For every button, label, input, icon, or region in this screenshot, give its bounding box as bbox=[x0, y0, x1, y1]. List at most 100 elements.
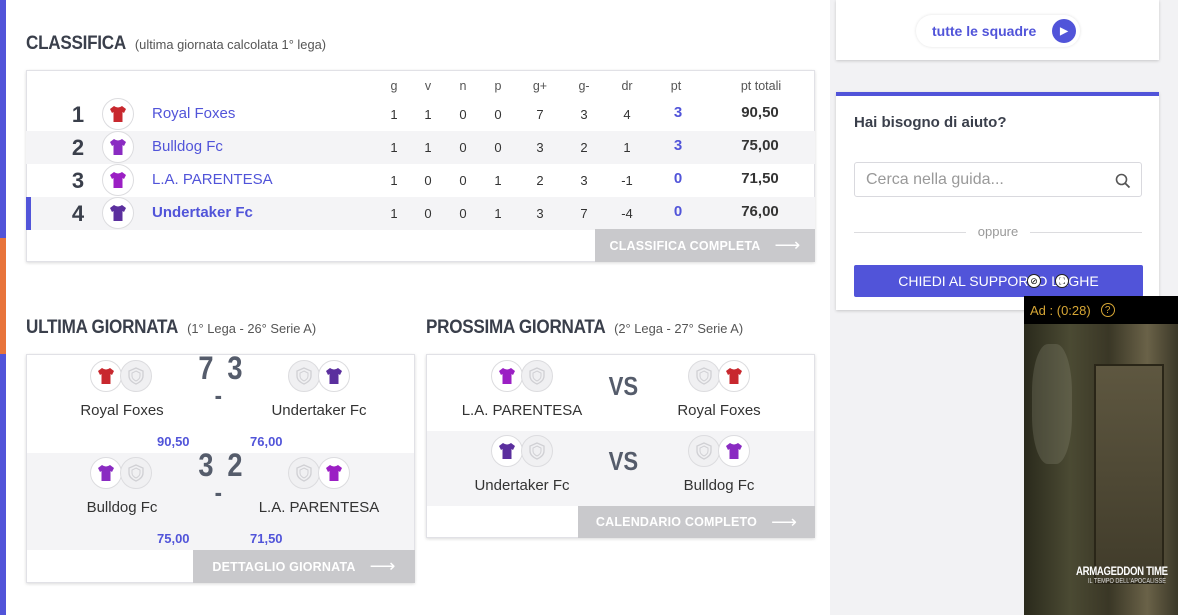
away-team: L.A. PARENTESA bbox=[258, 499, 380, 516]
ad-title: ARMAGEDDON TIME bbox=[1076, 564, 1168, 578]
stat-p: 1 bbox=[494, 173, 502, 188]
jersey-icon bbox=[102, 131, 134, 163]
score-separator: - bbox=[214, 477, 223, 507]
home-points: 75,00 bbox=[157, 531, 190, 546]
stat-v: 1 bbox=[424, 140, 432, 155]
ad-timer: Ad : (0:28) bbox=[1030, 302, 1091, 318]
arrow-right-icon: ⟶ bbox=[771, 511, 798, 532]
teams-card: tutte le squadre ▶ bbox=[836, 0, 1159, 60]
col-header-pt-totali: pt totali bbox=[740, 79, 782, 93]
jersey-icon bbox=[90, 457, 122, 489]
stat-dr: -4 bbox=[621, 206, 633, 221]
fullscreen-icon[interactable]: ⛶ bbox=[1055, 274, 1069, 288]
full-standings-button[interactable]: CLASSIFICA COMPLETA ⟶ bbox=[595, 229, 815, 262]
arrow-right-icon: ⟶ bbox=[369, 556, 396, 576]
shield-placeholder-icon bbox=[288, 360, 320, 392]
stat-gplus: 2 bbox=[536, 173, 544, 188]
all-teams-label: tutte le squadre bbox=[932, 23, 1037, 39]
play-circle-icon: ▶ bbox=[1052, 19, 1076, 43]
or-divider-text: oppure bbox=[977, 224, 1019, 239]
stat-pt: 3 bbox=[673, 104, 683, 121]
stat-dr: -1 bbox=[621, 173, 633, 188]
jersey-icon bbox=[102, 164, 134, 196]
home-points: 90,50 bbox=[157, 434, 190, 449]
stat-gminus: 7 bbox=[580, 206, 588, 221]
col-header-gminus: g- bbox=[578, 79, 590, 93]
table-row-own-team[interactable]: 4 Undertaker Fc 1 0 0 1 3 7 -4 0 76,00 bbox=[26, 197, 815, 230]
round-detail-button[interactable]: DETTAGLIO GIORNATA ⟶ bbox=[193, 550, 415, 583]
stat-dr: 1 bbox=[623, 140, 631, 155]
away-points: 71,50 bbox=[250, 531, 283, 546]
col-header-p: p bbox=[494, 79, 502, 93]
stat-gminus: 3 bbox=[580, 173, 588, 188]
col-header-pt: pt bbox=[670, 79, 682, 93]
stat-n: 0 bbox=[459, 206, 467, 221]
rank: 2 bbox=[71, 135, 85, 160]
vs-label: VS bbox=[608, 446, 639, 476]
team-link[interactable]: L.A. PARENTESA bbox=[152, 171, 273, 188]
jersey-icon bbox=[491, 435, 523, 467]
standings-subtitle: (ultima giornata calcolata 1° lega) bbox=[134, 37, 327, 52]
last-round-title: ULTIMA GIORNATA (1° Lega - 26° Serie A) bbox=[26, 317, 316, 339]
col-header-v: v bbox=[424, 79, 432, 93]
shield-placeholder-icon bbox=[688, 360, 720, 392]
stat-gplus: 3 bbox=[536, 206, 544, 221]
ad-controls: ⊘ ⛶ bbox=[1027, 274, 1069, 288]
next-round-subtitle: (2° Lega - 27° Serie A) bbox=[614, 321, 744, 336]
away-team: Royal Foxes bbox=[677, 402, 761, 419]
table-row[interactable]: 3 L.A. PARENTESA 1 0 0 1 2 3 -1 0 71,50 bbox=[26, 164, 815, 197]
next-round-title: PROSSIMA GIORNATA (2° Lega - 27° Serie A) bbox=[426, 317, 743, 339]
stat-p: 0 bbox=[494, 107, 502, 122]
last-round-subtitle: (1° Lega - 26° Serie A) bbox=[187, 321, 317, 336]
full-calendar-label: CALENDARIO COMPLETO bbox=[595, 515, 758, 529]
video-ad[interactable]: Ad : (0:28)? ARMAGEDDON TIME IL TEMPO DE… bbox=[1024, 296, 1178, 615]
ad-bar: Ad : (0:28)? bbox=[1024, 296, 1178, 324]
stat-pt-totali: 90,50 bbox=[741, 104, 779, 121]
team-link[interactable]: Undertaker Fc bbox=[152, 204, 253, 221]
home-goals: 3 bbox=[198, 447, 214, 483]
help-title: Hai bisogno di aiuto? bbox=[854, 114, 1007, 131]
team-link[interactable]: Bulldog Fc bbox=[152, 138, 223, 155]
stat-p: 0 bbox=[494, 140, 502, 155]
stat-pt-totali: 76,00 bbox=[741, 203, 779, 220]
arrow-right-icon: ⟶ bbox=[774, 235, 801, 255]
mute-icon[interactable]: ⊘ bbox=[1027, 274, 1041, 288]
stat-gminus: 3 bbox=[580, 107, 588, 122]
jersey-icon bbox=[718, 360, 750, 392]
help-card: Hai bisogno di aiuto? oppure CHIEDI AL S… bbox=[836, 92, 1159, 310]
standings-title: CLASSIFICA (ultima giornata calcolata 1° … bbox=[26, 33, 326, 55]
stat-pt-totali: 71,50 bbox=[741, 170, 779, 187]
search-icon[interactable] bbox=[1115, 173, 1131, 189]
jersey-icon bbox=[102, 197, 134, 229]
help-circle-icon[interactable]: ? bbox=[1100, 303, 1115, 317]
stat-dr: 4 bbox=[623, 107, 631, 122]
team-link[interactable]: Royal Foxes bbox=[152, 105, 235, 122]
shield-placeholder-icon bbox=[120, 457, 152, 489]
col-header-dr: dr bbox=[621, 79, 633, 93]
stat-g: 1 bbox=[390, 107, 398, 122]
table-row[interactable]: 1 Royal Foxes 1 1 0 0 7 3 4 3 90,50 bbox=[26, 98, 815, 131]
home-team: Bulldog Fc bbox=[86, 499, 158, 516]
shield-placeholder-icon bbox=[688, 435, 720, 467]
stat-gplus: 7 bbox=[536, 107, 544, 122]
jersey-icon bbox=[318, 457, 350, 489]
vs-label: VS bbox=[608, 371, 639, 401]
home-team: Undertaker Fc bbox=[474, 477, 570, 494]
round-detail-label: DETTAGLIO GIORNATA bbox=[212, 559, 356, 574]
rank: 3 bbox=[71, 168, 85, 193]
home-team: L.A. PARENTESA bbox=[461, 402, 583, 419]
full-standings-label: CLASSIFICA COMPLETA bbox=[609, 238, 761, 253]
stat-pt: 0 bbox=[673, 203, 683, 220]
stat-pt: 0 bbox=[673, 170, 683, 187]
col-header-n: n bbox=[459, 79, 467, 93]
contact-support-button[interactable]: CHIEDI AL SUPPORTO LEGHE bbox=[854, 265, 1143, 297]
all-teams-button[interactable]: tutte le squadre ▶ bbox=[916, 15, 1080, 47]
table-row[interactable]: 2 Bulldog Fc 1 1 0 0 3 2 1 3 75,00 bbox=[26, 131, 815, 164]
or-divider: oppure bbox=[854, 224, 1142, 239]
guide-search-input[interactable] bbox=[854, 162, 1142, 197]
jersey-icon bbox=[318, 360, 350, 392]
ad-subtitle: IL TEMPO DELL'APOCALISSE bbox=[1088, 578, 1166, 585]
full-calendar-button[interactable]: CALENDARIO COMPLETO ⟶ bbox=[578, 506, 815, 538]
stat-v: 0 bbox=[424, 206, 432, 221]
home-team: Royal Foxes bbox=[80, 402, 164, 419]
